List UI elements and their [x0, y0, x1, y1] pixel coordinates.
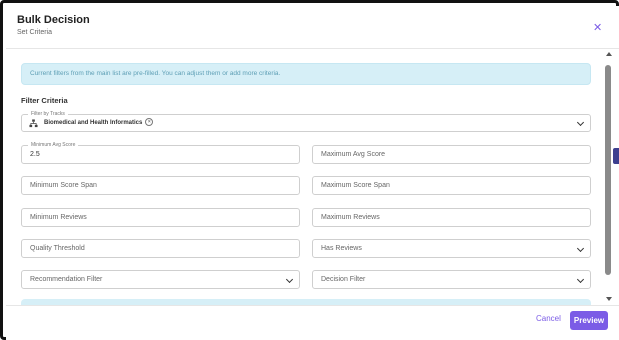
tracks-filter-label: Filter by Tracks	[28, 110, 68, 118]
quality-threshold-input[interactable]: Quality Threshold	[21, 239, 300, 258]
min-avg-score-label: Minimum Avg Score	[28, 141, 79, 149]
tracks-filter-select[interactable]: Filter by Tracks Biomedical and Health I…	[21, 110, 591, 132]
side-tab[interactable]	[613, 148, 619, 164]
decision-filter-placeholder: Decision Filter	[321, 276, 366, 283]
close-icon[interactable]: ✕	[593, 23, 602, 34]
min-avg-score-value: 2.5	[30, 151, 40, 158]
has-reviews-placeholder: Has Reviews	[321, 245, 362, 252]
decision-filter-select[interactable]: Decision Filter	[312, 270, 591, 289]
max-score-span-placeholder: Maximum Score Span	[321, 182, 390, 189]
chevron-down-icon	[576, 118, 585, 127]
max-reviews-input[interactable]: Maximum Reviews	[312, 208, 591, 227]
dialog-subtitle: Set Criteria	[17, 29, 53, 36]
footer-divider	[6, 305, 619, 306]
bulk-decision-dialog: Bulk Decision Set Criteria ✕ Current fil…	[6, 6, 619, 340]
preview-button[interactable]: Preview	[570, 311, 608, 330]
quality-threshold-placeholder: Quality Threshold	[30, 245, 85, 252]
has-reviews-select[interactable]: Has Reviews	[312, 239, 591, 258]
max-avg-score-input[interactable]: Maximum Avg Score	[312, 145, 591, 164]
dialog-title: Bulk Decision	[17, 14, 90, 26]
tree-icon	[29, 119, 38, 128]
min-reviews-input[interactable]: Minimum Reviews	[21, 208, 300, 227]
recommendation-filter-placeholder: Recommendation Filter	[30, 276, 103, 283]
chevron-down-icon	[285, 275, 294, 284]
min-avg-score-input[interactable]: Minimum Avg Score 2.5	[21, 141, 300, 164]
dialog-body: Current filters from the main list are p…	[6, 49, 604, 305]
scroll-down-icon[interactable]	[606, 297, 612, 301]
chevron-down-icon	[576, 244, 585, 253]
section-title: Filter Criteria	[21, 96, 68, 105]
min-reviews-placeholder: Minimum Reviews	[30, 214, 87, 221]
chip-remove-icon[interactable]: ×	[145, 118, 154, 127]
scrollbar-thumb[interactable]	[605, 65, 611, 275]
cancel-button[interactable]: Cancel	[536, 314, 561, 323]
info-banner: Current filters from the main list are p…	[21, 63, 591, 85]
track-chip-label: Biomedical and Health Informatics	[44, 120, 143, 126]
scrollbar[interactable]	[605, 49, 613, 305]
recommendation-filter-select[interactable]: Recommendation Filter	[21, 270, 300, 289]
max-avg-score-placeholder: Maximum Avg Score	[321, 151, 386, 158]
window-frame: Bulk Decision Set Criteria ✕ Current fil…	[0, 0, 619, 340]
scroll-up-icon[interactable]	[606, 52, 612, 56]
max-score-span-input[interactable]: Maximum Score Span	[312, 176, 591, 195]
min-score-span-placeholder: Minimum Score Span	[30, 182, 97, 189]
max-reviews-placeholder: Maximum Reviews	[321, 214, 380, 221]
chevron-down-icon	[576, 275, 585, 284]
min-score-span-input[interactable]: Minimum Score Span	[21, 176, 300, 195]
track-chip[interactable]: Biomedical and Health Informatics ×	[42, 118, 159, 128]
